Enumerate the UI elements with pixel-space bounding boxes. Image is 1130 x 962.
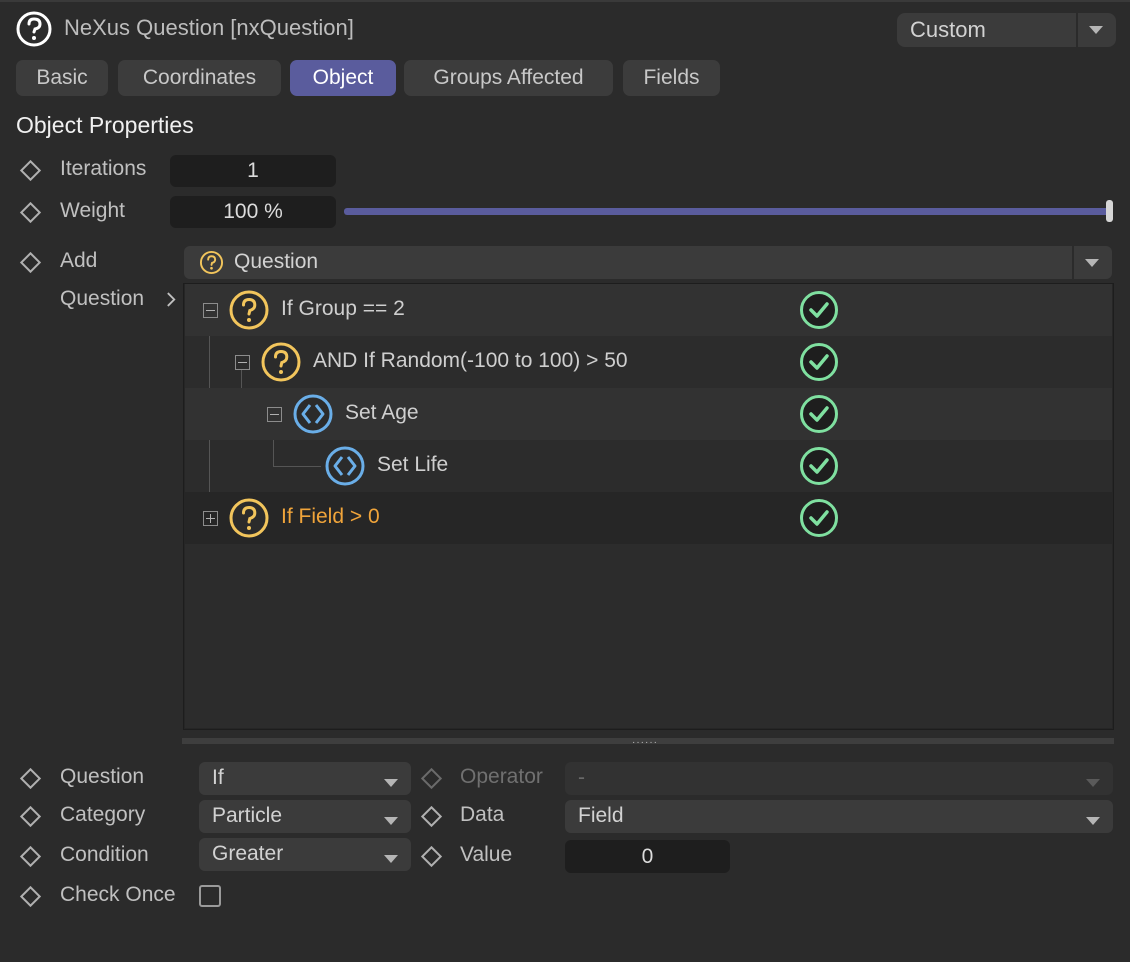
chevron-down-icon — [384, 779, 398, 787]
chevron-down-icon — [384, 817, 398, 825]
nexus-question-icon — [16, 11, 52, 47]
question-type-dropdown[interactable]: If — [199, 762, 411, 795]
iterations-label: Iterations — [60, 157, 147, 180]
tab-groups-affected[interactable]: Groups Affected — [404, 60, 613, 96]
weight-slider-handle[interactable] — [1106, 200, 1113, 222]
action-icon — [325, 446, 365, 486]
keyframe-diamond-icon[interactable] — [19, 251, 42, 274]
question-icon — [229, 498, 269, 538]
tab-label: Fields — [643, 66, 700, 89]
dropdown-value: Greater — [212, 842, 284, 865]
section-title: Object Properties — [16, 112, 194, 138]
grip-icon[interactable]: ······ — [632, 738, 658, 748]
weight-label: Weight — [60, 199, 125, 222]
category-dropdown[interactable]: Particle — [199, 800, 411, 833]
keyframe-diamond-icon[interactable] — [420, 805, 443, 828]
weight-field[interactable]: 100 % — [170, 196, 336, 228]
check-once-checkbox[interactable] — [199, 885, 221, 907]
tree-item-label: AND If Random(-100 to 100) > 50 — [313, 349, 628, 372]
data-dropdown[interactable]: Field — [565, 800, 1113, 833]
tab-label: Groups Affected — [433, 66, 584, 89]
enabled-check-icon[interactable] — [799, 290, 839, 330]
preset-dropdown[interactable]: Custom — [897, 13, 1116, 47]
tree-item-label: Set Life — [377, 453, 449, 476]
keyframe-diamond-icon[interactable] — [19, 767, 42, 790]
check-once-label: Check Once — [60, 883, 176, 906]
condition-dropdown[interactable]: Greater — [199, 838, 411, 871]
tab-coordinates[interactable]: Coordinates — [118, 60, 281, 96]
chevron-down-icon — [1086, 779, 1100, 787]
tab-label: Coordinates — [142, 66, 257, 89]
enabled-check-icon[interactable] — [799, 498, 839, 538]
condition-label: Condition — [60, 843, 149, 866]
dropdown-value: Field — [578, 804, 624, 827]
add-dropdown[interactable]: Question — [184, 246, 1112, 279]
tree-row[interactable]: AND If Random(-100 to 100) > 50 — [185, 336, 1112, 388]
chevron-down-icon[interactable] — [1085, 259, 1099, 267]
tab-basic[interactable]: Basic — [16, 60, 108, 96]
top-border — [0, 0, 1130, 2]
chevron-down-icon — [1086, 817, 1100, 825]
action-icon — [293, 394, 333, 434]
question-icon — [199, 250, 224, 275]
tree-row[interactable]: If Field > 0 — [185, 492, 1112, 544]
question-icon — [229, 290, 269, 330]
tree-row[interactable]: Set Age — [185, 388, 1112, 440]
dropdown-value: - — [578, 766, 585, 789]
value-label: Value — [460, 843, 513, 866]
collapse-icon[interactable] — [235, 355, 250, 370]
question-type-label: Question — [60, 765, 145, 788]
enabled-check-icon[interactable] — [799, 394, 839, 434]
collapse-icon[interactable] — [203, 303, 218, 318]
preset-label: Custom — [910, 17, 986, 42]
tab-fields[interactable]: Fields — [623, 60, 720, 96]
chevron-down-icon — [384, 855, 398, 863]
weight-slider[interactable] — [344, 208, 1112, 215]
category-label: Category — [60, 803, 146, 826]
chevron-right-icon[interactable] — [166, 291, 177, 308]
chevron-down-icon[interactable] — [1089, 26, 1103, 34]
question-list-label: Question — [60, 287, 145, 310]
dropdown-divider — [1072, 246, 1074, 279]
tree-item-label: If Group == 2 — [281, 297, 405, 320]
keyframe-diamond-icon[interactable] — [19, 885, 42, 908]
keyframe-diamond-icon[interactable] — [19, 201, 42, 224]
tree-row[interactable]: Set Life — [185, 440, 1112, 492]
add-label: Add — [60, 249, 98, 272]
dropdown-value: If — [212, 766, 224, 789]
keyframe-diamond-icon[interactable] — [19, 845, 42, 868]
operator-label: Operator — [460, 765, 543, 788]
dropdown-value: Particle — [212, 804, 283, 827]
enabled-check-icon[interactable] — [799, 446, 839, 486]
tab-label: Object — [312, 66, 374, 89]
tree-item-label: Set Age — [345, 401, 419, 424]
add-dropdown-value: Question — [234, 250, 319, 273]
operator-dropdown: - — [565, 762, 1113, 795]
question-icon — [261, 342, 301, 382]
keyframe-diamond-icon[interactable] — [19, 805, 42, 828]
expand-icon[interactable] — [203, 511, 218, 526]
collapse-icon[interactable] — [267, 407, 282, 422]
tab-label: Basic — [36, 66, 88, 89]
tree-row[interactable]: If Group == 2 — [185, 284, 1112, 336]
keyframe-diamond-icon[interactable] — [420, 845, 443, 868]
data-label: Data — [460, 803, 505, 826]
window-title: NeXus Question [nxQuestion] — [64, 15, 354, 40]
enabled-check-icon[interactable] — [799, 342, 839, 382]
question-tree[interactable]: If Group == 2 AND If Random(-100 to 100)… — [183, 283, 1114, 730]
keyframe-diamond-icon — [420, 767, 443, 790]
tab-object[interactable]: Object — [290, 60, 396, 96]
keyframe-diamond-icon[interactable] — [19, 159, 42, 182]
iterations-field[interactable]: 1 — [170, 155, 336, 187]
preset-divider — [1076, 13, 1078, 47]
tree-item-label: If Field > 0 — [281, 505, 380, 528]
value-field[interactable]: 0 — [565, 840, 730, 873]
